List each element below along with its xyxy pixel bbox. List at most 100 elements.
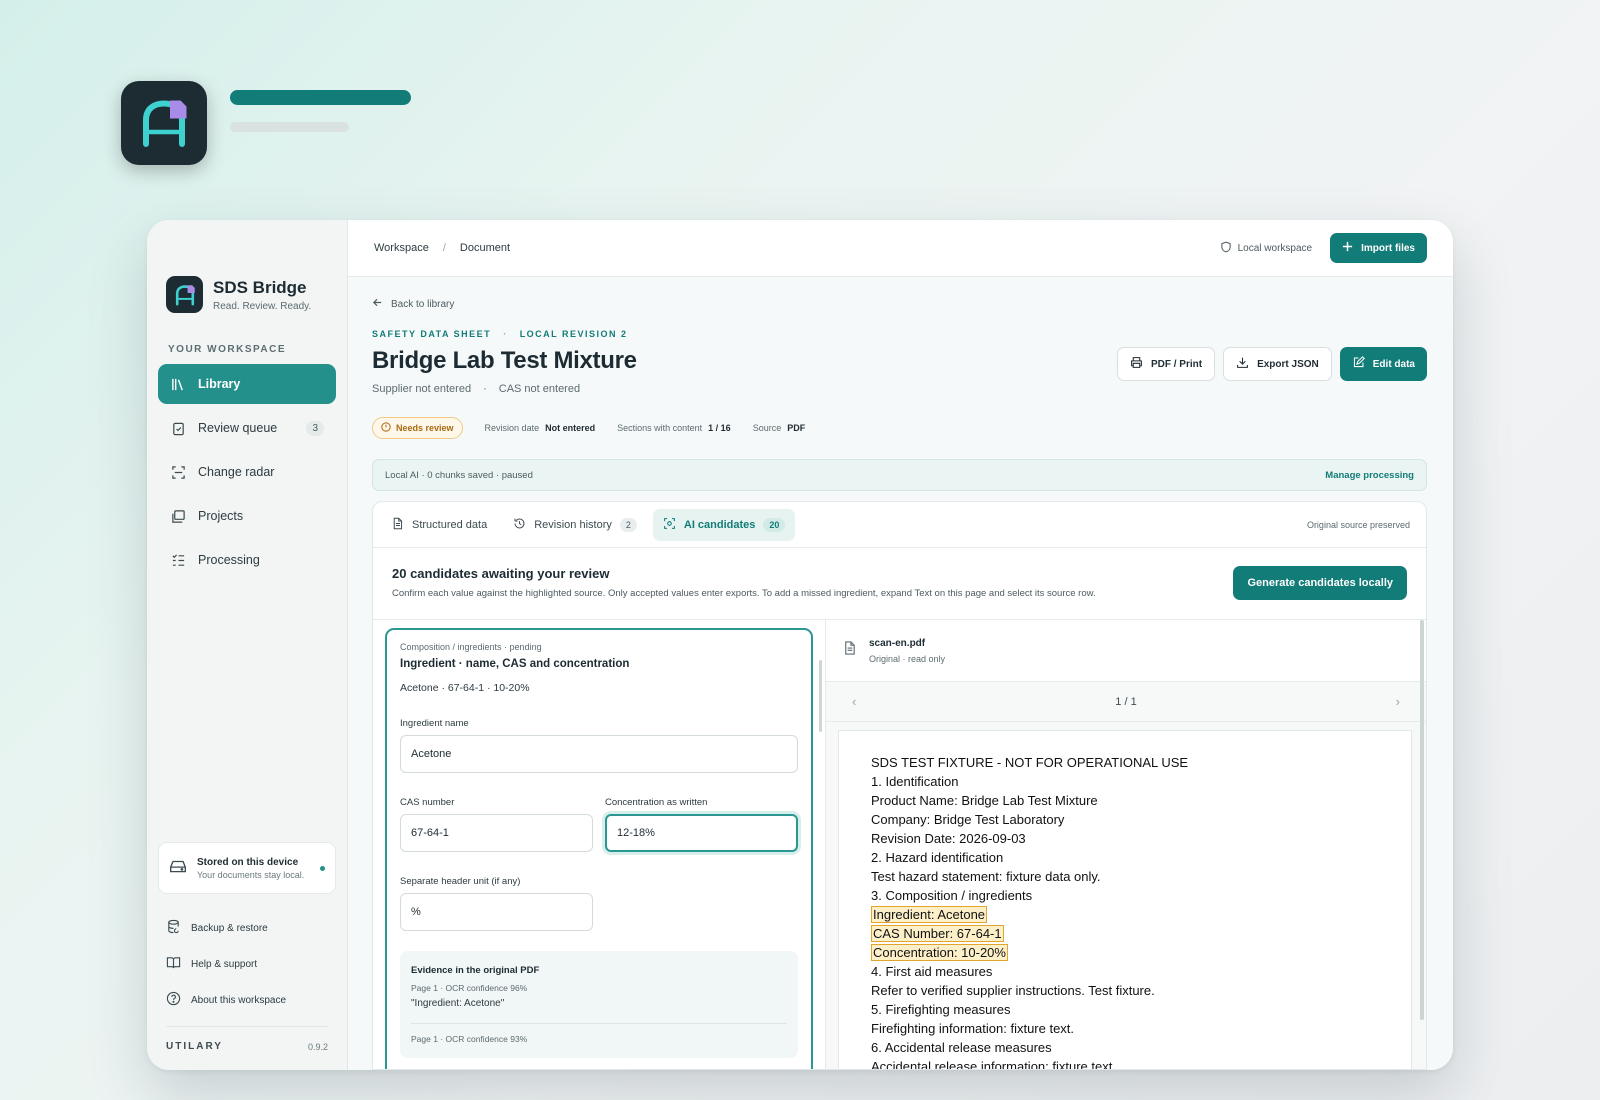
- header-unit-input[interactable]: [400, 893, 593, 931]
- pdf-file-status: Original · read only: [869, 653, 946, 664]
- chevron-right-icon[interactable]: ›: [1396, 694, 1400, 709]
- tab-revision-history[interactable]: Revision history 2: [503, 509, 647, 541]
- topbar-actions: Local workspace Import files: [1220, 233, 1427, 263]
- pdf-line-row: 2. Hazard identification: [871, 848, 1379, 867]
- pdf-line: Accidental release information: fixture …: [871, 1059, 1116, 1069]
- alert-circle-icon: [381, 422, 391, 434]
- hard-drive-icon: [169, 857, 187, 880]
- pdf-line: Company: Bridge Test Laboratory: [871, 812, 1065, 827]
- company-name: UTILARY: [166, 1041, 223, 1052]
- export-json-button[interactable]: Export JSON: [1223, 347, 1332, 381]
- edit-data-button[interactable]: Edit data: [1339, 347, 1427, 381]
- pdf-page: SDS TEST FIXTURE - NOT FOR OPERATIONAL U…: [838, 730, 1412, 1069]
- pdf-file-name: scan-en.pdf: [869, 637, 926, 649]
- sidebar-item-review-queue[interactable]: Review queue 3: [158, 408, 336, 448]
- candidate-list: Composition / ingredients · pending Ingr…: [373, 620, 826, 1069]
- kicker-separator: ·: [503, 329, 508, 339]
- pdf-print-button[interactable]: PDF / Print: [1116, 347, 1216, 381]
- sidebar-item-projects[interactable]: Projects: [158, 496, 336, 536]
- pdf-line: Firefighting information: fixture text.: [871, 1021, 1075, 1036]
- sidebar: SDS Bridge Read. Review. Ready. YOUR WOR…: [147, 220, 348, 1070]
- tab-structured-data[interactable]: Structured data: [381, 509, 497, 541]
- chevron-left-icon[interactable]: ‹: [852, 694, 856, 709]
- revision-history-count: 2: [619, 517, 637, 532]
- hero-app-logo: [121, 81, 207, 165]
- sidebar-item-label: Library: [198, 377, 241, 391]
- back-to-library-link[interactable]: Back to library: [372, 297, 454, 311]
- workspace-section-label: YOUR WORKSPACE: [168, 344, 287, 355]
- history-icon: [513, 517, 526, 533]
- cas-value: CAS not entered: [498, 383, 581, 395]
- pdf-line-row: 5. Firefighting measures: [871, 1000, 1379, 1019]
- about-workspace-link[interactable]: About this workspace: [166, 982, 286, 1018]
- concentration-input[interactable]: [605, 814, 798, 852]
- status-badge: Needs review: [372, 417, 463, 439]
- pdf-file-header: scan-en.pdf Original · read only: [826, 620, 1426, 682]
- evidence-quote[interactable]: "Ingredient: Acetone": [411, 998, 787, 1009]
- footer-link-label: Backup & restore: [191, 922, 268, 934]
- pdf-line: 2. Hazard identification: [871, 850, 1004, 865]
- breadcrumb-document[interactable]: Document: [460, 242, 510, 254]
- sidebar-item-processing[interactable]: Processing: [158, 540, 336, 580]
- ingredient-name-input[interactable]: [400, 735, 798, 773]
- supplier-value: Supplier not entered: [372, 383, 472, 395]
- brand[interactable]: SDS Bridge Read. Review. Ready.: [166, 276, 311, 313]
- page-indicator: 1 / 1: [1115, 695, 1137, 708]
- sidebar-item-label: Change radar: [198, 465, 275, 479]
- header-unit-label: Separate header unit (if any): [400, 876, 521, 887]
- evidence-title: Evidence in the original PDF: [411, 965, 540, 976]
- breadcrumb-workspace[interactable]: Workspace: [374, 242, 429, 254]
- pdf-line: 1. Identification: [871, 774, 959, 789]
- pdf-line-row: Accidental release information: fixture …: [871, 1057, 1379, 1069]
- document-actions: PDF / Print Export JSON Edit data: [1116, 347, 1427, 381]
- candidate-card[interactable]: Composition / ingredients · pending Ingr…: [385, 628, 813, 1069]
- pdf-line: 5. Firefighting measures: [871, 1002, 1011, 1017]
- book-icon: [166, 955, 181, 973]
- storage-status-card[interactable]: Stored on this device Your documents sta…: [158, 842, 336, 894]
- tab-label: Structured data: [412, 518, 488, 531]
- pdf-line-row: Firefighting information: fixture text.: [871, 1019, 1379, 1038]
- backup-restore-link[interactable]: Backup & restore: [166, 910, 286, 946]
- pdf-viewer-scrollbar[interactable]: [1420, 620, 1424, 1020]
- bridge-logo-icon: [166, 276, 203, 313]
- help-circle-icon: [166, 991, 181, 1009]
- ai-scan-icon: [663, 517, 676, 533]
- sidebar-item-library[interactable]: Library: [158, 364, 336, 404]
- concentration-field-group: Concentration as written: [605, 773, 798, 852]
- pdf-line-row: Ingredient: Acetone: [871, 905, 1379, 924]
- pdf-line-row: 3. Composition / ingredients: [871, 886, 1379, 905]
- printer-icon: [1130, 356, 1143, 372]
- plus-icon: [1342, 241, 1353, 255]
- ingredient-name-label: Ingredient name: [400, 718, 469, 729]
- sidebar-item-change-radar[interactable]: Change radar: [158, 452, 336, 492]
- hero-subtitle-placeholder: [230, 122, 349, 132]
- candidate-list-scrollbar[interactable]: [819, 660, 822, 732]
- cas-number-label: CAS number: [400, 797, 455, 808]
- sidebar-footer-links: Backup & restore Help & support About th…: [166, 910, 286, 1018]
- manage-processing-link[interactable]: Manage processing: [1325, 470, 1414, 481]
- revision-date-label: Revision date: [484, 423, 540, 433]
- clipboard-check-icon: [170, 420, 186, 436]
- scan-icon: [170, 464, 186, 480]
- pdf-highlighted-line[interactable]: CAS Number: 67-64-1: [871, 925, 1004, 942]
- evidence-divider: [411, 1023, 787, 1024]
- import-files-label: Import files: [1361, 242, 1415, 254]
- cas-number-input[interactable]: [400, 814, 593, 852]
- pdf-highlighted-line[interactable]: Ingredient: Acetone: [871, 906, 988, 923]
- tab-ai-candidates[interactable]: AI candidates 20: [652, 508, 796, 541]
- help-support-link[interactable]: Help & support: [166, 946, 286, 982]
- pdf-pager: ‹ 1 / 1 ›: [826, 682, 1426, 722]
- pdf-line-row: Concentration: 10-20%: [871, 943, 1379, 962]
- pdf-print-label: PDF / Print: [1150, 358, 1203, 370]
- pdf-line: Product Name: Bridge Lab Test Mixture: [871, 793, 1098, 808]
- pdf-line-row: 6. Accidental release measures: [871, 1038, 1379, 1057]
- source-meta: Source PDF: [753, 423, 806, 433]
- bridge-logo-icon: [143, 100, 187, 147]
- concentration-label: Concentration as written: [605, 797, 708, 808]
- status-label: Needs review: [396, 423, 454, 433]
- pdf-highlighted-line[interactable]: Concentration: 10-20%: [871, 944, 1008, 961]
- generate-candidates-button[interactable]: Generate candidates locally: [1233, 566, 1407, 600]
- document-panel: Structured data Revision history 2 AI ca…: [372, 501, 1427, 1070]
- pdf-line-row: Product Name: Bridge Lab Test Mixture: [871, 791, 1379, 810]
- import-files-button[interactable]: Import files: [1330, 233, 1427, 263]
